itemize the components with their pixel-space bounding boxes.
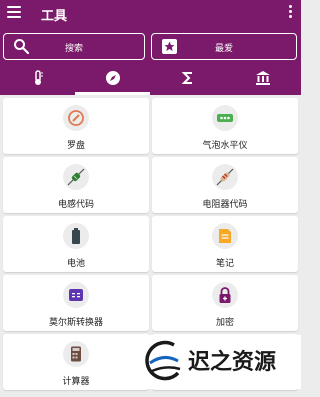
tool-card-encryption[interactable]: 加密 bbox=[152, 275, 298, 331]
bank-icon bbox=[255, 71, 270, 85]
tool-label: 罗盘 bbox=[66, 141, 85, 151]
favorites-label: 最爱 bbox=[214, 44, 233, 54]
tool-card-morse-converter[interactable]: 莫尔斯转换器 bbox=[3, 275, 149, 331]
morse-converter-icon bbox=[69, 289, 83, 301]
tool-card-notes[interactable]: 笔记 bbox=[152, 216, 298, 272]
search-button[interactable]: 搜索 bbox=[3, 33, 145, 60]
tool-card-calculator[interactable]: 计算器 bbox=[3, 334, 149, 390]
tools-screen: 工具 搜索 最爱 罗盘 气泡水平仪 电感代码 电阻器代码 电池 笔记 莫尔斯转换… bbox=[0, 0, 301, 397]
watermark-logo-icon bbox=[145, 340, 181, 381]
sigma-icon bbox=[181, 72, 192, 84]
hamburger-menu-icon[interactable] bbox=[7, 6, 21, 18]
tab-math[interactable] bbox=[150, 64, 225, 95]
calculator-icon bbox=[71, 346, 81, 362]
bubble-level-icon bbox=[217, 114, 233, 122]
tool-label: 笔记 bbox=[215, 259, 234, 269]
tool-label: 气泡水平仪 bbox=[202, 141, 248, 151]
tool-label: 电阻器代码 bbox=[202, 200, 248, 210]
compass-icon bbox=[68, 110, 84, 126]
tool-icon-bg bbox=[212, 282, 238, 308]
tool-icon-bg bbox=[212, 164, 238, 190]
watermark-text: 迟之资源 bbox=[188, 344, 276, 376]
note-icon bbox=[219, 229, 231, 243]
tool-card-bubble-level[interactable]: 气泡水平仪 bbox=[152, 98, 298, 154]
tool-card-battery[interactable]: 电池 bbox=[3, 216, 149, 272]
tool-icon-bg bbox=[212, 223, 238, 249]
watermark-separator: 之 bbox=[210, 350, 233, 375]
tool-label: 计算器 bbox=[62, 377, 90, 387]
tool-label: 电池 bbox=[66, 259, 85, 269]
battery-icon bbox=[72, 228, 80, 244]
resistor-icon bbox=[216, 168, 234, 186]
inductor-icon bbox=[67, 168, 85, 186]
lock-icon bbox=[219, 287, 231, 303]
tool-icon-bg bbox=[63, 223, 89, 249]
app-bar: 工具 搜索 最爱 bbox=[0, 0, 301, 95]
favorites-button[interactable]: 最爱 bbox=[151, 33, 297, 60]
page-title: 工具 bbox=[41, 9, 68, 24]
tool-label: 莫尔斯转换器 bbox=[48, 318, 103, 328]
tool-icon-bg bbox=[212, 105, 238, 131]
tool-icon-bg bbox=[63, 341, 89, 367]
tab-navigation[interactable] bbox=[75, 64, 150, 95]
watermark: 迟之资源 bbox=[140, 335, 301, 389]
tab-measurement[interactable] bbox=[0, 64, 75, 95]
top-bar: 工具 bbox=[0, 0, 301, 28]
tool-card-resistor-code[interactable]: 电阻器代码 bbox=[152, 157, 298, 213]
tool-icon-bg bbox=[63, 282, 89, 308]
tool-icon-bg bbox=[63, 105, 89, 131]
search-label: 搜索 bbox=[64, 44, 83, 54]
category-tabs bbox=[0, 64, 301, 95]
tab-finance[interactable] bbox=[225, 64, 300, 95]
tool-icon-bg bbox=[63, 164, 89, 190]
tab-indicator bbox=[75, 92, 150, 95]
tool-label: 电感代码 bbox=[57, 200, 94, 210]
watermark-text-2: 资源 bbox=[232, 350, 277, 375]
watermark-text-1: 迟 bbox=[188, 350, 211, 375]
tool-card-compass[interactable]: 罗盘 bbox=[3, 98, 149, 154]
compass-icon bbox=[105, 71, 120, 85]
more-vert-icon[interactable] bbox=[289, 5, 293, 19]
tool-card-inductor-code[interactable]: 电感代码 bbox=[3, 157, 149, 213]
tool-label: 加密 bbox=[215, 318, 234, 328]
thermometer-icon bbox=[34, 70, 43, 85]
